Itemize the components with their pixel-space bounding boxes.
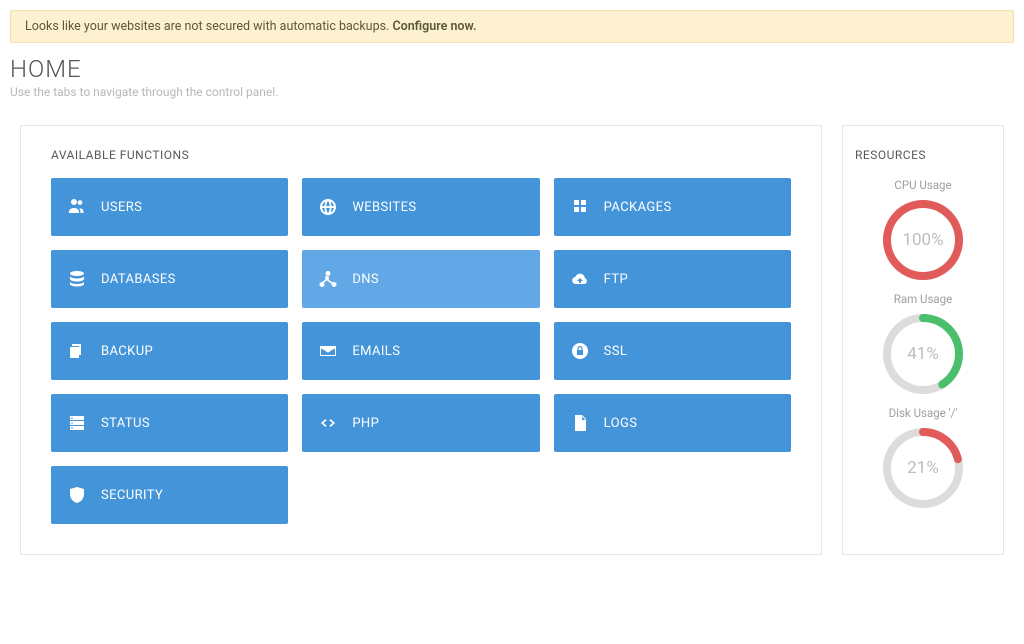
tile-websites[interactable]: WEBSITES [302, 178, 539, 236]
page-header: HOME Use the tabs to navigate through th… [0, 43, 1024, 105]
gauge-2: Disk Usage '/' 21% [855, 406, 991, 510]
alert-text: Looks like your websites are not secured… [25, 19, 392, 34]
tile-label: SECURITY [101, 488, 163, 503]
gauge-value: 100% [881, 198, 965, 282]
tile-label: DNS [352, 272, 379, 287]
lock-icon [570, 341, 590, 361]
mail-icon [318, 341, 338, 361]
shield-icon [67, 485, 87, 505]
tile-label: EMAILS [352, 344, 400, 359]
server-icon [67, 413, 87, 433]
tile-label: FTP [604, 272, 628, 287]
tile-label: USERS [101, 200, 142, 215]
gauges-container: CPU Usage 100% Ram Usage 41% Disk Usage '/' 2… [855, 178, 991, 510]
copy-icon [67, 341, 87, 361]
tile-users[interactable]: USERS [51, 178, 288, 236]
tile-packages[interactable]: PACKAGES [554, 178, 791, 236]
tile-php[interactable]: PHP [302, 394, 539, 452]
tile-label: LOGS [604, 416, 638, 431]
database-icon [67, 269, 87, 289]
resources-panel: RESOURCES CPU Usage 100% Ram Usage 41% Disk … [842, 125, 1004, 555]
tile-label: DATABASES [101, 272, 176, 287]
gauge-value: 21% [881, 426, 965, 510]
page-subtitle: Use the tabs to navigate through the con… [10, 85, 1014, 99]
gauge-label: CPU Usage [855, 178, 991, 192]
tile-databases[interactable]: DATABASES [51, 250, 288, 308]
gauge-label: Ram Usage [855, 292, 991, 306]
resources-title: RESOURCES [855, 148, 991, 162]
tile-emails[interactable]: EMAILS [302, 322, 539, 380]
tile-backup[interactable]: BACKUP [51, 322, 288, 380]
backup-alert: Looks like your websites are not secured… [10, 10, 1014, 43]
gauge-ring: 21% [881, 426, 965, 510]
network-icon [318, 269, 338, 289]
alert-configure-link[interactable]: Configure now. [392, 19, 476, 34]
tile-logs[interactable]: LOGS [554, 394, 791, 452]
page-title: HOME [10, 55, 1014, 83]
tile-status[interactable]: STATUS [51, 394, 288, 452]
gauge-ring: 41% [881, 312, 965, 396]
packages-icon [570, 197, 590, 217]
tile-label: PACKAGES [604, 200, 672, 215]
globe-icon [318, 197, 338, 217]
cloud-icon [570, 269, 590, 289]
tile-ftp[interactable]: FTP [554, 250, 791, 308]
tile-security[interactable]: SECURITY [51, 466, 288, 524]
users-icon [67, 197, 87, 217]
gauge-ring: 100% [881, 198, 965, 282]
gauge-value: 41% [881, 312, 965, 396]
tile-label: WEBSITES [352, 200, 416, 215]
functions-panel: AVAILABLE FUNCTIONS USERS WEBSITES PACKAGE… [20, 125, 822, 555]
code-icon [318, 413, 338, 433]
functions-grid: USERS WEBSITES PACKAGES DATABASES DNS FTP BACK… [51, 178, 791, 524]
gauge-1: Ram Usage 41% [855, 292, 991, 396]
tile-label: PHP [352, 416, 379, 431]
tile-label: STATUS [101, 416, 150, 431]
tile-label: BACKUP [101, 344, 153, 359]
file-icon [570, 413, 590, 433]
gauge-0: CPU Usage 100% [855, 178, 991, 282]
functions-title: AVAILABLE FUNCTIONS [51, 148, 791, 162]
gauge-label: Disk Usage '/' [855, 406, 991, 420]
tile-dns[interactable]: DNS [302, 250, 539, 308]
tile-ssl[interactable]: SSL [554, 322, 791, 380]
tile-label: SSL [604, 344, 628, 359]
